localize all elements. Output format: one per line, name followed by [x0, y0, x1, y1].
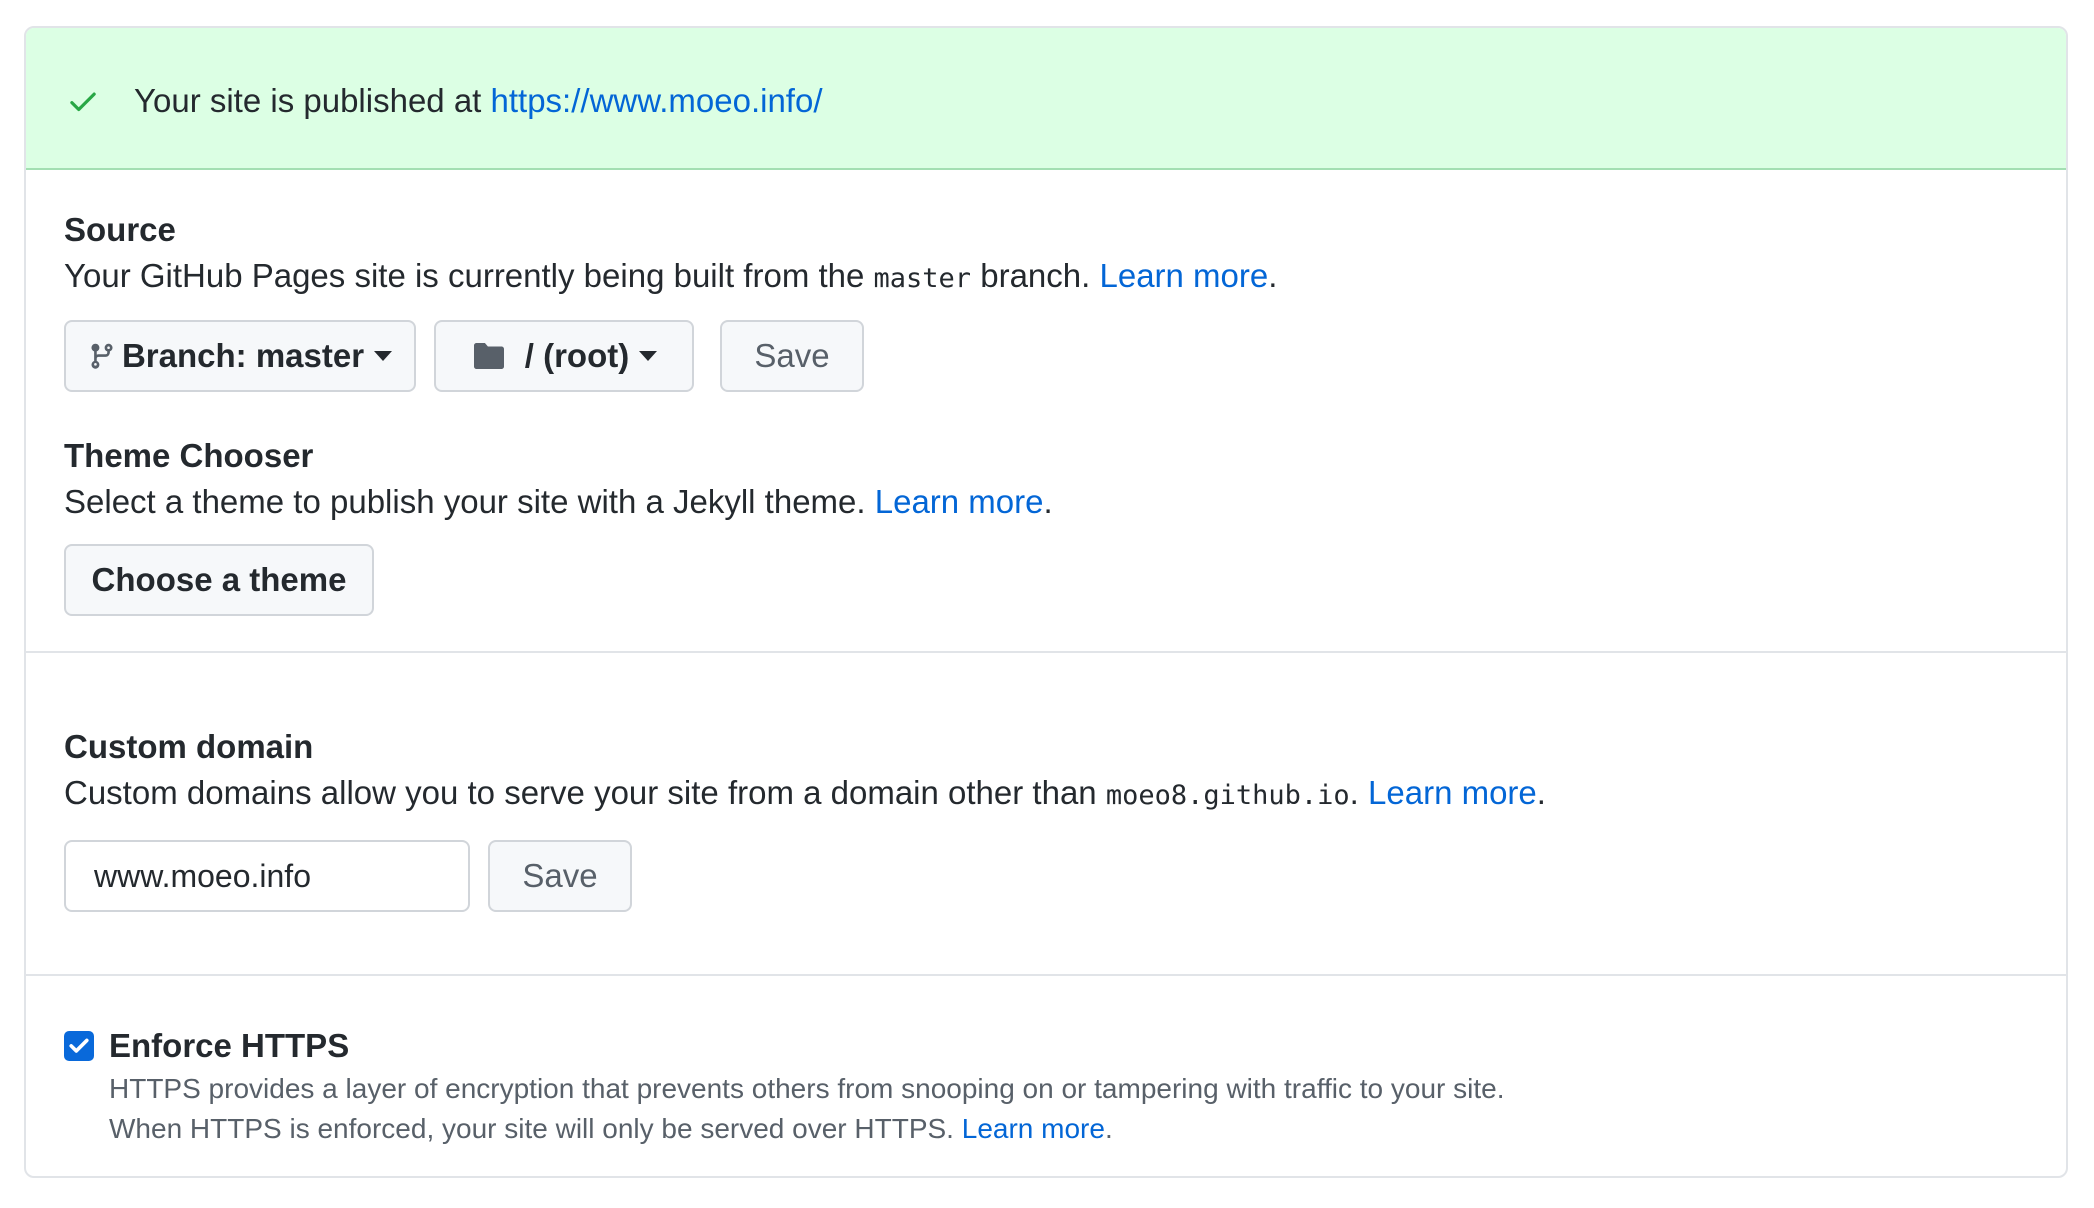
source-heading: Source	[64, 211, 176, 248]
https-note-text: When HTTPS is enforced, your site will o…	[109, 1113, 962, 1144]
theme-learn-more-link[interactable]: Learn more	[875, 483, 1044, 520]
enforce-https-label[interactable]: Enforce HTTPS	[109, 1024, 349, 1068]
section-divider	[26, 974, 2066, 976]
folder-value: / (root)	[524, 337, 630, 374]
folder-select-button[interactable]: / (root)	[434, 320, 694, 392]
https-learn-more-link[interactable]: Learn more	[962, 1113, 1105, 1144]
caret-down-icon	[639, 351, 658, 361]
https-note-line-2: When HTTPS is enforced, your site will o…	[109, 1109, 1113, 1149]
source-desc-text: Your GitHub Pages site is currently bein…	[64, 257, 874, 294]
theme-desc-text: Select a theme to publish your site with…	[64, 483, 875, 520]
source-desc-text-after: branch.	[971, 257, 1100, 294]
custom-domain-period: .	[1536, 774, 1546, 811]
source-period: .	[1268, 257, 1278, 294]
domain-code: moeo8.github.io	[1105, 780, 1350, 811]
published-banner: Your site is published at https://www.mo…	[26, 28, 2066, 170]
theme-heading: Theme Chooser	[64, 437, 314, 474]
https-period: .	[1104, 1113, 1113, 1144]
custom-domain-input[interactable]: www.moeo.info	[64, 840, 470, 912]
custom-domain-desc-after: .	[1349, 774, 1369, 811]
custom-domain-save-button[interactable]: Save	[488, 840, 632, 912]
custom-domain-heading: Custom domain	[64, 728, 314, 765]
choose-theme-button[interactable]: Choose a theme	[64, 544, 374, 616]
enforce-https-checkbox[interactable]	[64, 1031, 94, 1061]
folder-icon	[473, 343, 504, 369]
source-save-button[interactable]: Save	[720, 320, 864, 392]
git-branch-icon	[91, 343, 113, 369]
branch-code: master	[873, 263, 972, 294]
theme-period: .	[1043, 483, 1053, 520]
custom-domain-desc-text: Custom domains allow you to serve your s…	[64, 774, 1106, 811]
https-note-line-1: HTTPS provides a layer of encryption tha…	[109, 1073, 1505, 1104]
check-icon	[70, 92, 96, 112]
github-pages-settings-card: Your site is published at https://www.mo…	[24, 26, 2068, 1178]
source-learn-more-link[interactable]: Learn more	[1099, 257, 1268, 294]
source-description: Your GitHub Pages site is currently bein…	[64, 254, 1277, 301]
published-text: Your site is published at	[134, 82, 491, 119]
checkmark-icon	[69, 1038, 89, 1053]
custom-domain-description: Custom domains allow you to serve your s…	[64, 771, 1546, 818]
branch-value: master	[255, 337, 365, 374]
published-site-link[interactable]: https://www.moeo.info/	[491, 82, 823, 119]
caret-down-icon	[374, 351, 393, 361]
theme-description: Select a theme to publish your site with…	[64, 480, 1053, 524]
published-message: Your site is published at https://www.mo…	[134, 79, 823, 123]
branch-prefix: Branch:	[121, 337, 256, 374]
branch-select-button[interactable]: Branch: master	[64, 320, 416, 392]
section-divider	[26, 651, 2066, 653]
custom-domain-learn-more-link[interactable]: Learn more	[1368, 774, 1537, 811]
